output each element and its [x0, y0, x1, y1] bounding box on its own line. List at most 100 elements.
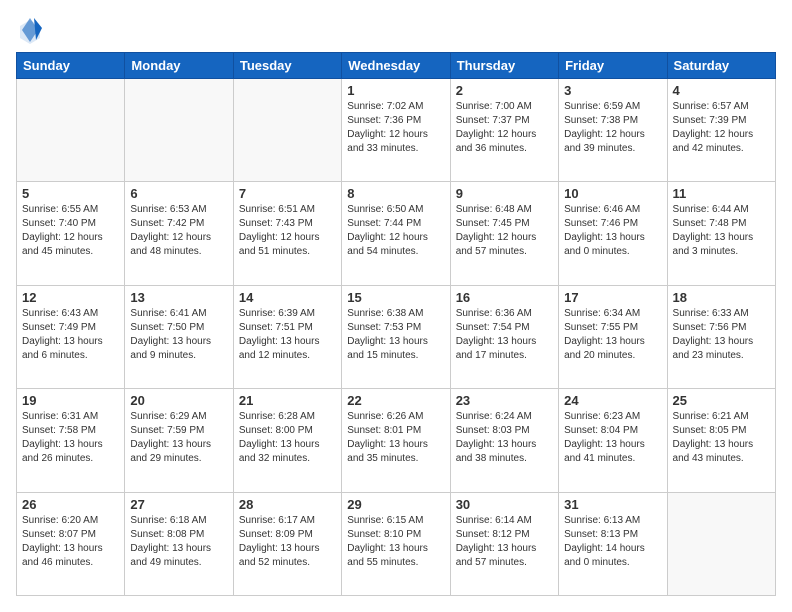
calendar-cell: 25 Sunrise: 6:21 AM Sunset: 8:05 PM Dayli… [667, 389, 775, 492]
calendar-cell [17, 79, 125, 182]
day-number: 27 [130, 497, 227, 512]
day-info: Sunrise: 6:51 AM Sunset: 7:43 PM Dayligh… [239, 203, 336, 259]
day-info: Sunrise: 6:50 AM Sunset: 7:44 PM Dayligh… [347, 203, 444, 259]
calendar-cell: 9Sunrise: 6:48 AM Sunset: 7:45 PM Daylig… [450, 182, 558, 285]
day-info: Sunrise: 6:14 AM Sunset: 8:12 PM Dayligh… [456, 514, 553, 570]
weekday-header-saturday: Saturday [667, 53, 775, 79]
day-info: Sunrise: 6:44 AM Sunset: 7:48 PM Dayligh… [673, 203, 770, 259]
week-row-4: 26 Sunrise: 6:20 AM Sunset: 8:07 PM Dayli… [17, 492, 776, 595]
calendar-cell: 19 Sunrise: 6:31 AM Sunset: 7:58 PM Dayli… [17, 389, 125, 492]
calendar-cell: 22 Sunrise: 6:26 AM Sunset: 8:01 PM Dayli… [342, 389, 450, 492]
day-info: Sunrise: 6:33 AM Sunset: 7:56 PM Dayligh… [673, 307, 770, 363]
day-info: Sunrise: 6:24 AM Sunset: 8:03 PM Dayligh… [456, 410, 553, 466]
calendar-cell: 12 Sunrise: 6:43 AM Sunset: 7:49 PM Dayli… [17, 285, 125, 388]
day-info: Sunrise: 6:20 AM Sunset: 8:07 PM Dayligh… [22, 514, 119, 570]
weekday-header-row: SundayMondayTuesdayWednesdayThursdayFrid… [17, 53, 776, 79]
day-info: Sunrise: 6:31 AM Sunset: 7:58 PM Dayligh… [22, 410, 119, 466]
week-row-1: 5 Sunrise: 6:55 AM Sunset: 7:40 PM Daylig… [17, 182, 776, 285]
calendar-cell: 6Sunrise: 6:53 AM Sunset: 7:42 PM Daylig… [125, 182, 233, 285]
day-number: 31 [564, 497, 661, 512]
day-info: Sunrise: 6:23 AM Sunset: 8:04 PM Dayligh… [564, 410, 661, 466]
day-number: 23 [456, 393, 553, 408]
day-number: 22 [347, 393, 444, 408]
weekday-header-wednesday: Wednesday [342, 53, 450, 79]
calendar-cell: 13 Sunrise: 6:41 AM Sunset: 7:50 PM Dayli… [125, 285, 233, 388]
day-number: 26 [22, 497, 119, 512]
day-info: Sunrise: 6:18 AM Sunset: 8:08 PM Dayligh… [130, 514, 227, 570]
day-number: 1 [347, 83, 444, 98]
calendar-cell [667, 492, 775, 595]
weekday-header-monday: Monday [125, 53, 233, 79]
calendar-table: SundayMondayTuesdayWednesdayThursdayFrid… [16, 52, 776, 596]
day-info: Sunrise: 6:39 AM Sunset: 7:51 PM Dayligh… [239, 307, 336, 363]
calendar-cell: 27 Sunrise: 6:18 AM Sunset: 8:08 PM Dayli… [125, 492, 233, 595]
day-number: 25 [673, 393, 770, 408]
day-number: 30 [456, 497, 553, 512]
day-info: Sunrise: 6:43 AM Sunset: 7:49 PM Dayligh… [22, 307, 119, 363]
calendar-cell: 28 Sunrise: 6:17 AM Sunset: 8:09 PM Dayli… [233, 492, 341, 595]
calendar-cell: 18 Sunrise: 6:33 AM Sunset: 7:56 PM Dayli… [667, 285, 775, 388]
day-number: 28 [239, 497, 336, 512]
calendar-cell: 23 Sunrise: 6:24 AM Sunset: 8:03 PM Dayli… [450, 389, 558, 492]
day-number: 6 [130, 186, 227, 201]
day-info: Sunrise: 6:15 AM Sunset: 8:10 PM Dayligh… [347, 514, 444, 570]
calendar-cell: 20 Sunrise: 6:29 AM Sunset: 7:59 PM Dayli… [125, 389, 233, 492]
calendar-cell: 21Sunrise: 6:28 AM Sunset: 8:00 PM Dayli… [233, 389, 341, 492]
calendar-cell [125, 79, 233, 182]
weekday-header-tuesday: Tuesday [233, 53, 341, 79]
calendar-cell: 24 Sunrise: 6:23 AM Sunset: 8:04 PM Dayli… [559, 389, 667, 492]
day-info: Sunrise: 6:55 AM Sunset: 7:40 PM Dayligh… [22, 203, 119, 259]
day-number: 10 [564, 186, 661, 201]
calendar-cell: 7Sunrise: 6:51 AM Sunset: 7:43 PM Daylig… [233, 182, 341, 285]
day-number: 8 [347, 186, 444, 201]
calendar-cell: 8 Sunrise: 6:50 AM Sunset: 7:44 PM Daylig… [342, 182, 450, 285]
weekday-header-sunday: Sunday [17, 53, 125, 79]
weekday-header-thursday: Thursday [450, 53, 558, 79]
week-row-0: 1Sunrise: 7:02 AM Sunset: 7:36 PM Daylig… [17, 79, 776, 182]
logo-icon [16, 16, 44, 44]
day-number: 16 [456, 290, 553, 305]
day-info: Sunrise: 6:38 AM Sunset: 7:53 PM Dayligh… [347, 307, 444, 363]
day-info: Sunrise: 6:13 AM Sunset: 8:13 PM Dayligh… [564, 514, 661, 570]
day-info: Sunrise: 6:21 AM Sunset: 8:05 PM Dayligh… [673, 410, 770, 466]
day-number: 24 [564, 393, 661, 408]
logo [16, 16, 48, 44]
day-number: 29 [347, 497, 444, 512]
day-number: 4 [673, 83, 770, 98]
day-number: 11 [673, 186, 770, 201]
day-number: 18 [673, 290, 770, 305]
day-info: Sunrise: 6:57 AM Sunset: 7:39 PM Dayligh… [673, 100, 770, 156]
day-info: Sunrise: 7:00 AM Sunset: 7:37 PM Dayligh… [456, 100, 553, 156]
day-info: Sunrise: 6:26 AM Sunset: 8:01 PM Dayligh… [347, 410, 444, 466]
day-number: 13 [130, 290, 227, 305]
day-number: 20 [130, 393, 227, 408]
day-info: Sunrise: 6:29 AM Sunset: 7:59 PM Dayligh… [130, 410, 227, 466]
calendar-cell: 29 Sunrise: 6:15 AM Sunset: 8:10 PM Dayli… [342, 492, 450, 595]
day-number: 3 [564, 83, 661, 98]
day-number: 21 [239, 393, 336, 408]
day-number: 5 [22, 186, 119, 201]
calendar-cell: 11 Sunrise: 6:44 AM Sunset: 7:48 PM Dayli… [667, 182, 775, 285]
calendar-cell: 2Sunrise: 7:00 AM Sunset: 7:37 PM Daylig… [450, 79, 558, 182]
day-number: 12 [22, 290, 119, 305]
page: SundayMondayTuesdayWednesdayThursdayFrid… [0, 0, 792, 612]
calendar-cell: 26 Sunrise: 6:20 AM Sunset: 8:07 PM Dayli… [17, 492, 125, 595]
header [16, 16, 776, 44]
calendar-cell [233, 79, 341, 182]
day-info: Sunrise: 6:17 AM Sunset: 8:09 PM Dayligh… [239, 514, 336, 570]
day-number: 15 [347, 290, 444, 305]
week-row-3: 19 Sunrise: 6:31 AM Sunset: 7:58 PM Dayli… [17, 389, 776, 492]
day-number: 19 [22, 393, 119, 408]
day-number: 9 [456, 186, 553, 201]
calendar-cell: 15 Sunrise: 6:38 AM Sunset: 7:53 PM Dayli… [342, 285, 450, 388]
calendar-cell: 3Sunrise: 6:59 AM Sunset: 7:38 PM Daylig… [559, 79, 667, 182]
calendar-cell: 1Sunrise: 7:02 AM Sunset: 7:36 PM Daylig… [342, 79, 450, 182]
calendar-cell: 17Sunrise: 6:34 AM Sunset: 7:55 PM Dayli… [559, 285, 667, 388]
day-info: Sunrise: 6:41 AM Sunset: 7:50 PM Dayligh… [130, 307, 227, 363]
weekday-header-friday: Friday [559, 53, 667, 79]
day-number: 14 [239, 290, 336, 305]
day-info: Sunrise: 6:46 AM Sunset: 7:46 PM Dayligh… [564, 203, 661, 259]
calendar-cell: 10 Sunrise: 6:46 AM Sunset: 7:46 PM Dayli… [559, 182, 667, 285]
day-info: Sunrise: 6:36 AM Sunset: 7:54 PM Dayligh… [456, 307, 553, 363]
day-info: Sunrise: 6:34 AM Sunset: 7:55 PM Dayligh… [564, 307, 661, 363]
